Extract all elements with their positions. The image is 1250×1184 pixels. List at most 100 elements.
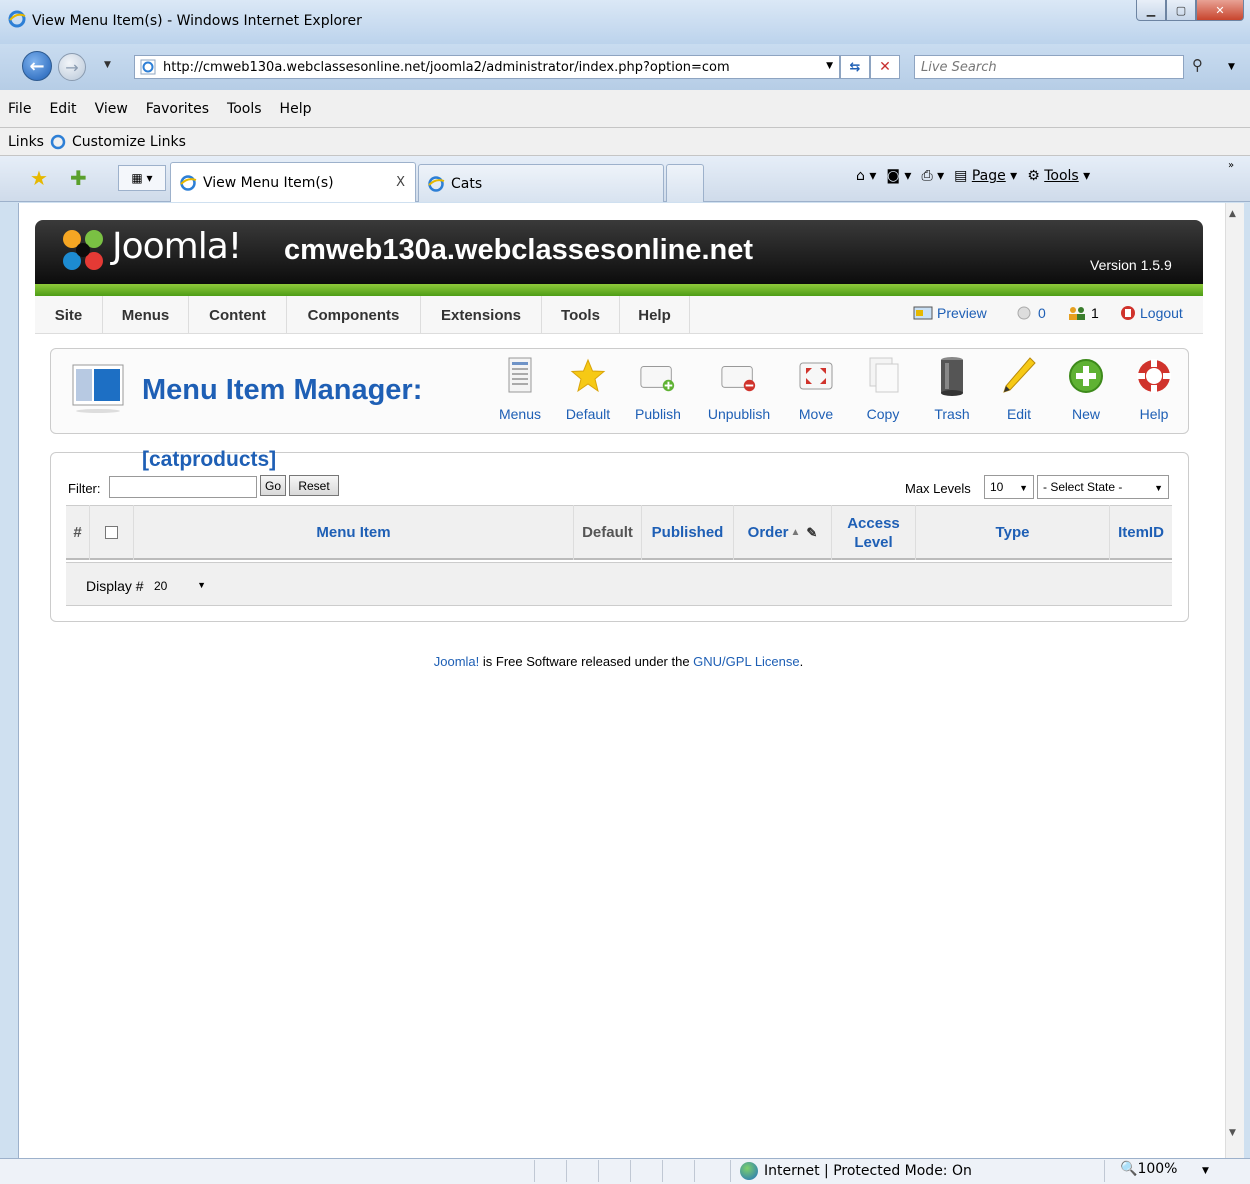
menu-bar: File Edit View Favorites Tools Help: [0, 90, 1250, 128]
page-menu[interactable]: ▤ Page ▾: [954, 168, 1017, 184]
go-button[interactable]: Go: [260, 475, 286, 496]
scroll-up-icon[interactable]: ▲: [1229, 209, 1236, 219]
vertical-scrollbar[interactable]: ▲ ▼: [1225, 203, 1244, 1158]
toolbar-help-button[interactable]: Help: [1122, 356, 1186, 426]
messages-count[interactable]: 0: [1014, 305, 1046, 321]
scroll-down-icon[interactable]: ▼: [1229, 1128, 1236, 1138]
toolbar-new-button[interactable]: New: [1054, 356, 1118, 426]
address-input[interactable]: http://cmweb130a.webclassesonline.net/jo…: [134, 55, 840, 79]
messages-icon: [1017, 306, 1031, 320]
tab-label: View Menu Item(s): [203, 174, 334, 191]
toolbar-move-button[interactable]: Move: [784, 356, 848, 426]
toolbar-edit-button[interactable]: Edit: [987, 356, 1051, 426]
favorites-star-icon[interactable]: ★: [30, 166, 48, 190]
close-button[interactable]: ✕: [1196, 0, 1244, 21]
dropdown-arrow-icon: ▼: [197, 580, 206, 590]
zoom-dropdown-icon[interactable]: ▼: [1202, 1166, 1209, 1176]
menus-icon: [508, 357, 532, 393]
tab-cats[interactable]: Cats: [418, 164, 664, 202]
column-select-all: [90, 505, 134, 560]
column-itemid[interactable]: ItemID: [1110, 505, 1172, 560]
menu-help[interactable]: Help: [280, 101, 312, 117]
joomla-link[interactable]: Joomla!: [434, 654, 480, 669]
command-bar: ⌂ ▾ ◙ ▾ ⎙ ▾ ▤ Page ▾ ⚙ Tools ▾: [856, 168, 1100, 184]
filter-label: Filter:: [68, 481, 101, 496]
tools-menu[interactable]: ⚙ Tools ▾: [1027, 168, 1090, 184]
tab-view-menu-items[interactable]: View Menu Item(s) X: [170, 162, 416, 202]
search-icon[interactable]: ⚲: [1192, 56, 1203, 74]
trash-icon: [941, 357, 963, 396]
admin-menu-content[interactable]: Content: [189, 296, 287, 334]
toolbar-default-button[interactable]: Default: [556, 356, 620, 426]
admin-menu-menus[interactable]: Menus: [103, 296, 189, 334]
ie-icon: [50, 134, 66, 149]
status-divider: [1104, 1160, 1105, 1182]
stop-button[interactable]: ✕: [870, 55, 900, 79]
preview-link[interactable]: Preview: [913, 305, 987, 321]
select-all-checkbox[interactable]: [105, 526, 118, 539]
menu-edit[interactable]: Edit: [49, 101, 76, 117]
admin-menu-tools[interactable]: Tools: [542, 296, 620, 334]
more-chevron-icon[interactable]: »: [1228, 160, 1234, 171]
home-icon[interactable]: ⌂ ▾: [856, 168, 876, 184]
logout-icon: [1121, 306, 1135, 320]
admin-menu-extensions[interactable]: Extensions: [421, 296, 542, 334]
dropdown-arrow-icon: ▼: [1019, 483, 1028, 493]
refresh-button[interactable]: ⇆: [840, 55, 870, 79]
reset-button[interactable]: Reset: [289, 475, 339, 496]
column-order[interactable]: Order ▲ ✎: [734, 505, 832, 560]
menu-file[interactable]: File: [8, 101, 31, 117]
save-order-icon[interactable]: ✎: [806, 523, 817, 542]
address-text: http://cmweb130a.webclassesonline.net/jo…: [163, 60, 730, 75]
links-label: Links: [8, 133, 44, 150]
display-count-select[interactable]: 20 ▼: [149, 573, 211, 599]
table-footer: [66, 562, 1172, 606]
max-levels-select[interactable]: 10 ▼: [984, 475, 1034, 499]
gpl-license-link[interactable]: GNU/GPL License: [693, 654, 799, 669]
security-zone[interactable]: Internet | Protected Mode: On: [740, 1162, 972, 1180]
add-favorites-icon[interactable]: ✚: [70, 166, 87, 190]
logout-link[interactable]: Logout: [1120, 305, 1183, 321]
toolbar-unpublish-button[interactable]: Unpublish: [704, 356, 774, 426]
admin-menu-components[interactable]: Components: [287, 296, 421, 334]
quick-tabs-button[interactable]: ▦ ▾: [118, 165, 166, 191]
maximize-button[interactable]: ▢: [1166, 0, 1196, 21]
new-tab-button[interactable]: [666, 164, 704, 202]
admin-menu-site[interactable]: Site: [35, 296, 103, 334]
column-type[interactable]: Type: [916, 505, 1110, 560]
search-placeholder: Live Search: [921, 60, 997, 75]
customize-links-link[interactable]: Customize Links: [72, 134, 186, 150]
column-menu-item[interactable]: Menu Item: [134, 505, 574, 560]
feeds-icon[interactable]: ◙ ▾: [886, 168, 911, 184]
tab-close-icon[interactable]: X: [396, 175, 405, 190]
column-access-level[interactable]: Access Level: [832, 505, 916, 560]
toolbar-trash-button[interactable]: Trash: [920, 356, 984, 426]
menu-name-heading: [catproducts]: [142, 448, 277, 471]
admin-menu-help[interactable]: Help: [620, 296, 690, 334]
search-input[interactable]: Live Search: [914, 55, 1184, 79]
toolbar-menus-button[interactable]: Menus: [488, 356, 552, 426]
status-divider: [566, 1160, 567, 1182]
status-divider: [730, 1160, 731, 1182]
copy-icon: [869, 357, 899, 393]
filter-input[interactable]: [109, 476, 257, 498]
ie-icon: [428, 175, 445, 192]
back-button[interactable]: ←: [22, 51, 52, 81]
state-filter-select[interactable]: - Select State - ▼: [1037, 475, 1169, 499]
menu-view[interactable]: View: [95, 101, 128, 117]
toolbar-publish-button[interactable]: Publish: [626, 356, 690, 426]
menu-favorites[interactable]: Favorites: [146, 101, 209, 117]
recent-pages-dropdown[interactable]: ▼: [104, 60, 111, 70]
preview-icon: [913, 306, 933, 320]
print-icon[interactable]: ⎙ ▾: [921, 168, 944, 184]
zoom-level[interactable]: 🔍100%: [1120, 1161, 1177, 1177]
menu-tools[interactable]: Tools: [227, 101, 262, 117]
forward-button[interactable]: →: [58, 53, 86, 81]
minimize-button[interactable]: ▁: [1136, 0, 1166, 21]
unpublish-icon: [721, 366, 756, 392]
address-dropdown[interactable]: ▼: [826, 61, 833, 71]
status-divider: [662, 1160, 663, 1182]
column-published[interactable]: Published: [642, 505, 734, 560]
search-options-dropdown[interactable]: ▼: [1228, 62, 1235, 72]
toolbar-copy-button[interactable]: Copy: [851, 356, 915, 426]
